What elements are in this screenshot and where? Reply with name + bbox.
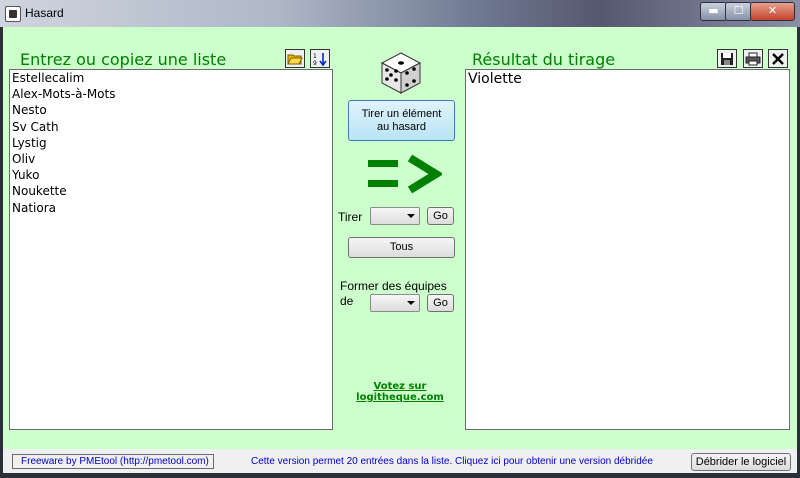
save-icon[interactable] (717, 49, 737, 68)
dice-icon (380, 52, 422, 94)
list-item[interactable]: Yuko (10, 167, 332, 183)
list-item[interactable]: Natiora (10, 200, 332, 216)
draw-all-button[interactable]: Tous (348, 237, 455, 258)
input-list-heading: Entrez ou copiez une liste (20, 50, 227, 69)
freeware-label[interactable]: Freeware by PMEtool (http://pmetool.com) (12, 454, 214, 469)
draw-count-dropdown[interactable] (370, 207, 420, 225)
list-item[interactable]: Alex-Mots-à-Mots (10, 86, 332, 102)
open-folder-icon[interactable] (285, 49, 305, 68)
close-window-button[interactable]: ✕ (750, 2, 795, 21)
app-window: Hasard ▬ ☐ ✕ Entrez ou copiez une liste … (0, 0, 800, 478)
svg-text:1: 1 (313, 53, 317, 60)
chevron-down-icon (407, 214, 415, 218)
svg-text:9: 9 (313, 60, 317, 67)
team-size-dropdown[interactable] (370, 294, 420, 312)
result-value: Violette (468, 71, 522, 87)
result-heading: Résultat du tirage (472, 50, 616, 69)
app-icon[interactable] (5, 6, 21, 22)
window-title: Hasard (25, 6, 64, 20)
list-item[interactable]: Estellecalim (10, 70, 332, 86)
list-item[interactable]: Noukette (10, 183, 332, 199)
draw-random-button[interactable]: Tirer un élément au hasard (348, 100, 455, 141)
result-arrow-icon (368, 154, 442, 194)
result-box[interactable]: Violette (465, 69, 790, 430)
version-note-link[interactable]: Cette version permet 20 entrées dans la … (251, 456, 653, 467)
teams-label: Former des équipes (340, 279, 447, 293)
list-item[interactable]: Sv Cath (10, 119, 332, 135)
input-list[interactable]: Estellecalim Alex-Mots-à-Mots Nesto Sv C… (9, 69, 333, 430)
list-item[interactable]: Nesto (10, 102, 332, 118)
clear-icon[interactable] (768, 49, 788, 68)
teams-label-suffix: de (340, 294, 354, 308)
unlock-button[interactable]: Débrider le logiciel (691, 453, 791, 471)
list-item[interactable]: Lystig (10, 135, 332, 151)
minimize-button[interactable]: ▬ (700, 2, 727, 21)
maximize-button[interactable]: ☐ (725, 2, 752, 21)
teams-go-button[interactable]: Go (427, 294, 454, 312)
draw-go-button[interactable]: Go (427, 207, 454, 225)
status-bar: Freeware by PMEtool (http://pmetool.com)… (3, 449, 797, 473)
main-panel: Entrez ou copiez une liste 1 9 Estelleca… (3, 27, 797, 473)
vote-link[interactable]: Votez sur logitheque.com (337, 381, 463, 403)
list-item[interactable]: Oliv (10, 151, 332, 167)
draw-label: Tirer (338, 210, 363, 224)
chevron-down-icon (407, 301, 415, 305)
title-bar[interactable]: Hasard ▬ ☐ ✕ (0, 0, 800, 27)
sort-icon[interactable]: 1 9 (310, 49, 330, 68)
print-icon[interactable] (743, 49, 763, 68)
